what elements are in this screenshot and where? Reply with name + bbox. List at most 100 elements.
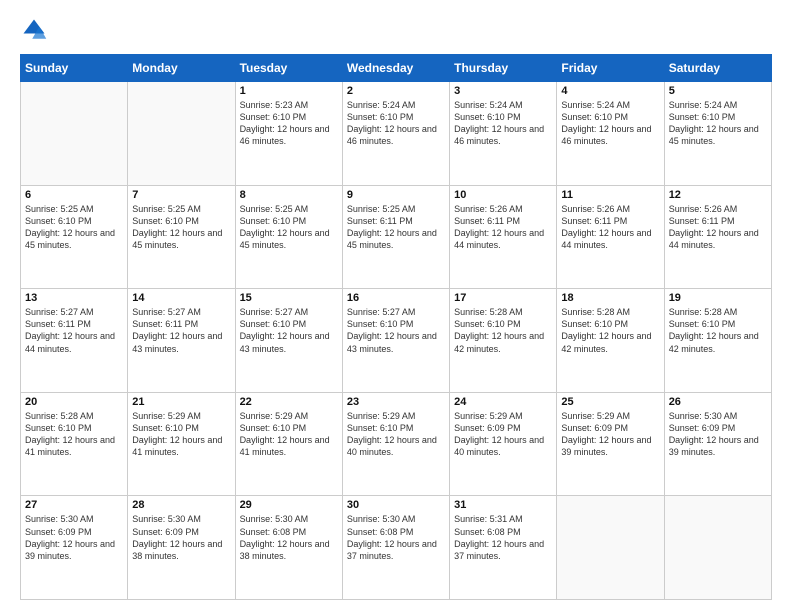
day-cell: 7Sunrise: 5:25 AM Sunset: 6:10 PM Daylig… xyxy=(128,185,235,289)
day-info: Sunrise: 5:29 AM Sunset: 6:09 PM Dayligh… xyxy=(454,410,552,459)
day-info: Sunrise: 5:29 AM Sunset: 6:10 PM Dayligh… xyxy=(347,410,445,459)
day-info: Sunrise: 5:27 AM Sunset: 6:11 PM Dayligh… xyxy=(132,306,230,355)
day-number: 27 xyxy=(25,499,123,511)
day-info: Sunrise: 5:26 AM Sunset: 6:11 PM Dayligh… xyxy=(561,203,659,252)
day-number: 28 xyxy=(132,499,230,511)
weekday-header-monday: Monday xyxy=(128,55,235,82)
weekday-header-saturday: Saturday xyxy=(664,55,771,82)
day-cell: 28 Sunrise: 5:30 AM Sunset: 6:09 PM Dayli… xyxy=(128,496,235,600)
day-number: 22 xyxy=(240,396,338,408)
day-cell: 24 Sunrise: 5:29 AM Sunset: 6:09 PM Dayli… xyxy=(450,392,557,496)
weekday-header-sunday: Sunday xyxy=(21,55,128,82)
day-cell: 21 Sunrise: 5:29 AM Sunset: 6:10 PM Dayli… xyxy=(128,392,235,496)
day-info: Sunrise: 5:28 AM Sunset: 6:10 PM Dayligh… xyxy=(669,306,767,355)
day-cell: 11 Sunrise: 5:26 AM Sunset: 6:11 PM Dayli… xyxy=(557,185,664,289)
calendar-table: SundayMondayTuesdayWednesdayThursdayFrid… xyxy=(20,54,772,600)
day-number: 15 xyxy=(240,292,338,304)
day-info: Sunrise: 5:29 AM Sunset: 6:10 PM Dayligh… xyxy=(132,410,230,459)
day-number: 26 xyxy=(669,396,767,408)
day-cell: 3 Sunrise: 5:24 AM Sunset: 6:10 PM Daylig… xyxy=(450,82,557,186)
day-number: 19 xyxy=(669,292,767,304)
day-cell: 30Sunrise: 5:30 AM Sunset: 6:08 PM Dayli… xyxy=(342,496,449,600)
day-number: 4 xyxy=(561,85,659,97)
day-cell: 15 Sunrise: 5:27 AM Sunset: 6:10 PM Dayli… xyxy=(235,289,342,393)
day-info: Sunrise: 5:26 AM Sunset: 6:11 PM Dayligh… xyxy=(454,203,552,252)
day-cell: 26 Sunrise: 5:30 AM Sunset: 6:09 PM Dayli… xyxy=(664,392,771,496)
day-cell: 16Sunrise: 5:27 AM Sunset: 6:10 PM Dayli… xyxy=(342,289,449,393)
day-info: Sunrise: 5:27 AM Sunset: 6:11 PM Dayligh… xyxy=(25,306,123,355)
weekday-header-wednesday: Wednesday xyxy=(342,55,449,82)
day-cell: 4 Sunrise: 5:24 AM Sunset: 6:10 PM Daylig… xyxy=(557,82,664,186)
day-info: Sunrise: 5:30 AM Sunset: 6:08 PM Dayligh… xyxy=(240,513,338,562)
day-number: 29 xyxy=(240,499,338,511)
day-cell xyxy=(21,82,128,186)
day-info: Sunrise: 5:23 AM Sunset: 6:10 PM Dayligh… xyxy=(240,99,338,148)
day-info: Sunrise: 5:27 AM Sunset: 6:10 PM Dayligh… xyxy=(240,306,338,355)
week-row-2: 6Sunrise: 5:25 AM Sunset: 6:10 PM Daylig… xyxy=(21,185,772,289)
header xyxy=(20,16,772,44)
week-row-3: 13Sunrise: 5:27 AM Sunset: 6:11 PM Dayli… xyxy=(21,289,772,393)
day-number: 25 xyxy=(561,396,659,408)
day-cell: 25 Sunrise: 5:29 AM Sunset: 6:09 PM Dayli… xyxy=(557,392,664,496)
day-cell: 8 Sunrise: 5:25 AM Sunset: 6:10 PM Daylig… xyxy=(235,185,342,289)
day-info: Sunrise: 5:24 AM Sunset: 6:10 PM Dayligh… xyxy=(347,99,445,148)
day-cell: 12Sunrise: 5:26 AM Sunset: 6:11 PM Dayli… xyxy=(664,185,771,289)
day-info: Sunrise: 5:24 AM Sunset: 6:10 PM Dayligh… xyxy=(454,99,552,148)
day-number: 23 xyxy=(347,396,445,408)
day-cell: 18Sunrise: 5:28 AM Sunset: 6:10 PM Dayli… xyxy=(557,289,664,393)
week-row-5: 27 Sunrise: 5:30 AM Sunset: 6:09 PM Dayli… xyxy=(21,496,772,600)
week-row-4: 20 Sunrise: 5:28 AM Sunset: 6:10 PM Dayli… xyxy=(21,392,772,496)
day-info: Sunrise: 5:24 AM Sunset: 6:10 PM Dayligh… xyxy=(669,99,767,148)
day-cell: 27 Sunrise: 5:30 AM Sunset: 6:09 PM Dayli… xyxy=(21,496,128,600)
weekday-header-thursday: Thursday xyxy=(450,55,557,82)
day-cell: 19 Sunrise: 5:28 AM Sunset: 6:10 PM Dayli… xyxy=(664,289,771,393)
day-info: Sunrise: 5:30 AM Sunset: 6:09 PM Dayligh… xyxy=(669,410,767,459)
day-info: Sunrise: 5:30 AM Sunset: 6:09 PM Dayligh… xyxy=(25,513,123,562)
day-info: Sunrise: 5:26 AM Sunset: 6:11 PM Dayligh… xyxy=(669,203,767,252)
day-cell: 23 Sunrise: 5:29 AM Sunset: 6:10 PM Dayli… xyxy=(342,392,449,496)
logo-icon xyxy=(20,16,48,44)
day-number: 18 xyxy=(561,292,659,304)
day-cell: 9Sunrise: 5:25 AM Sunset: 6:11 PM Daylig… xyxy=(342,185,449,289)
day-number: 17 xyxy=(454,292,552,304)
day-info: Sunrise: 5:28 AM Sunset: 6:10 PM Dayligh… xyxy=(25,410,123,459)
day-cell: 1 Sunrise: 5:23 AM Sunset: 6:10 PM Daylig… xyxy=(235,82,342,186)
day-info: Sunrise: 5:25 AM Sunset: 6:10 PM Dayligh… xyxy=(240,203,338,252)
day-cell: 5 Sunrise: 5:24 AM Sunset: 6:10 PM Daylig… xyxy=(664,82,771,186)
day-number: 1 xyxy=(240,85,338,97)
day-number: 24 xyxy=(454,396,552,408)
day-cell: 17 Sunrise: 5:28 AM Sunset: 6:10 PM Dayli… xyxy=(450,289,557,393)
day-cell: 14 Sunrise: 5:27 AM Sunset: 6:11 PM Dayli… xyxy=(128,289,235,393)
day-info: Sunrise: 5:30 AM Sunset: 6:09 PM Dayligh… xyxy=(132,513,230,562)
day-number: 5 xyxy=(669,85,767,97)
day-info: Sunrise: 5:28 AM Sunset: 6:10 PM Dayligh… xyxy=(454,306,552,355)
day-info: Sunrise: 5:25 AM Sunset: 6:10 PM Dayligh… xyxy=(132,203,230,252)
day-cell: 10 Sunrise: 5:26 AM Sunset: 6:11 PM Dayli… xyxy=(450,185,557,289)
weekday-header-tuesday: Tuesday xyxy=(235,55,342,82)
day-cell: 22 Sunrise: 5:29 AM Sunset: 6:10 PM Dayli… xyxy=(235,392,342,496)
day-cell xyxy=(128,82,235,186)
day-info: Sunrise: 5:25 AM Sunset: 6:10 PM Dayligh… xyxy=(25,203,123,252)
day-number: 2 xyxy=(347,85,445,97)
logo xyxy=(20,16,52,44)
day-number: 14 xyxy=(132,292,230,304)
weekday-header-row: SundayMondayTuesdayWednesdayThursdayFrid… xyxy=(21,55,772,82)
day-number: 3 xyxy=(454,85,552,97)
day-cell: 2 Sunrise: 5:24 AM Sunset: 6:10 PM Daylig… xyxy=(342,82,449,186)
day-number: 20 xyxy=(25,396,123,408)
day-number: 10 xyxy=(454,189,552,201)
day-info: Sunrise: 5:29 AM Sunset: 6:10 PM Dayligh… xyxy=(240,410,338,459)
day-number: 8 xyxy=(240,189,338,201)
day-info: Sunrise: 5:24 AM Sunset: 6:10 PM Dayligh… xyxy=(561,99,659,148)
day-number: 21 xyxy=(132,396,230,408)
page: SundayMondayTuesdayWednesdayThursdayFrid… xyxy=(0,0,792,612)
day-number: 11 xyxy=(561,189,659,201)
day-info: Sunrise: 5:29 AM Sunset: 6:09 PM Dayligh… xyxy=(561,410,659,459)
day-cell: 29 Sunrise: 5:30 AM Sunset: 6:08 PM Dayli… xyxy=(235,496,342,600)
day-number: 31 xyxy=(454,499,552,511)
day-info: Sunrise: 5:31 AM Sunset: 6:08 PM Dayligh… xyxy=(454,513,552,562)
week-row-1: 1 Sunrise: 5:23 AM Sunset: 6:10 PM Daylig… xyxy=(21,82,772,186)
day-cell: 31 Sunrise: 5:31 AM Sunset: 6:08 PM Dayli… xyxy=(450,496,557,600)
day-info: Sunrise: 5:30 AM Sunset: 6:08 PM Dayligh… xyxy=(347,513,445,562)
day-number: 9 xyxy=(347,189,445,201)
